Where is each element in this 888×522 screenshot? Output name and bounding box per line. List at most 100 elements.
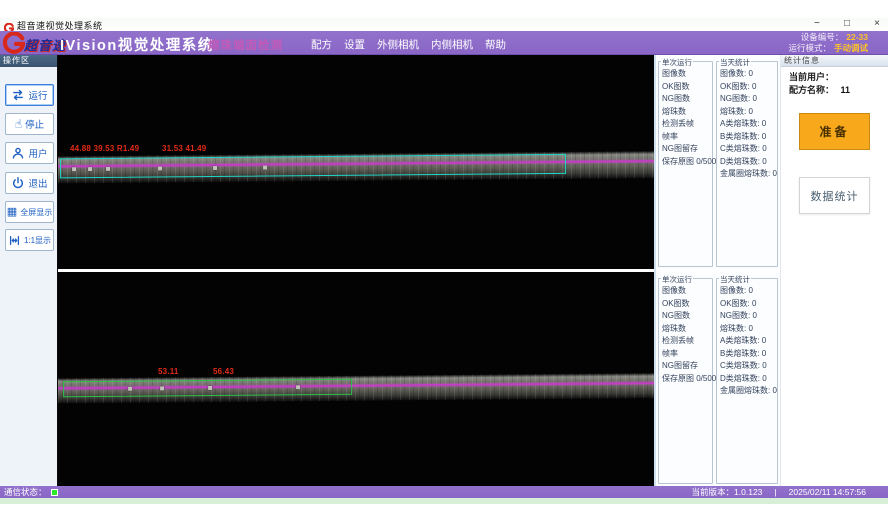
device-number-label: 设备编号： — [801, 32, 844, 42]
panel-title: 统计信息 — [781, 55, 888, 67]
stat-row: 熔珠数: 0 — [720, 323, 777, 336]
stat-row: C类熔珠数: 0 — [720, 360, 777, 373]
stat-row: OK图数 — [662, 298, 712, 311]
comm-status-label: 通信状态： — [4, 486, 47, 498]
hand-icon: ☝ — [15, 118, 22, 130]
stat-row: NG图留存 — [662, 360, 712, 373]
one-to-one-button[interactable]: 1:1显示 — [5, 229, 54, 251]
single-run-groupbox: 单次运行 图像数OK图数NG图数熔珠数检测丢帧帧率NG图留存保存原图 0/500 — [658, 61, 713, 267]
run-button[interactable]: 运行 — [5, 84, 54, 106]
current-user-label: 当前用户： — [789, 72, 834, 82]
device-info: 设备编号：22-33 运行模式：手动调试 — [788, 32, 868, 54]
stat-row: 金属圈熔珠数: 0 — [720, 168, 777, 181]
stat-row: 金属圈熔珠数: 0 — [720, 385, 777, 398]
one-to-one-icon — [8, 234, 21, 247]
stat-row: 熔珠数 — [662, 323, 712, 336]
close-button[interactable]: × — [874, 18, 880, 30]
bead-marker — [72, 167, 76, 171]
stat-row: C类熔珠数: 0 — [720, 143, 777, 156]
power-icon — [11, 176, 25, 190]
stat-row: A类熔珠数: 0 — [720, 118, 777, 131]
app-header: 超音速 IVision视觉处理系统 熔珠端面检测 配方设置外侧相机内侧相机帮助 … — [0, 31, 888, 55]
version-text: 当前版本：1.0.123 — [692, 486, 763, 498]
user-button[interactable]: 用户 — [5, 142, 54, 164]
bead-marker — [128, 387, 132, 391]
bead-marker — [88, 167, 92, 171]
stat-row: B类熔珠数: 0 — [720, 348, 777, 361]
stat-row: 图像数: 0 — [720, 285, 777, 298]
recipe-name-row: 配方名称： 11 — [789, 83, 850, 96]
main-menu: 配方设置外侧相机内侧相机帮助 — [311, 37, 506, 52]
data-statistics-button[interactable]: 数据统计 — [799, 177, 870, 214]
stat-row: 帧率 — [662, 348, 712, 361]
groupbox-title: 单次运行 — [661, 274, 693, 285]
groupbox-title: 单次运行 — [661, 57, 693, 68]
bead-marker — [296, 385, 300, 389]
stats-panel-outer: 单次运行 图像数OK图数NG图数熔珠数检测丢帧帧率NG图留存保存原图 0/500… — [656, 55, 780, 269]
stat-row: 保存原图 0/500 — [662, 156, 712, 169]
run-mode-label: 运行模式： — [788, 43, 831, 53]
stat-row: NG图数: 0 — [720, 93, 777, 106]
menu-item[interactable]: 配方 — [311, 37, 332, 52]
stat-row: 检测丢帧 — [662, 335, 712, 348]
groupbox-title: 当天统计 — [719, 57, 751, 68]
stat-row: 保存原图 0/500 — [662, 373, 712, 386]
stat-row: 熔珠数 — [662, 106, 712, 119]
measurement-annotation: 56.43 — [213, 367, 234, 376]
stat-row: OK图数 — [662, 81, 712, 94]
maximize-button[interactable]: □ — [844, 18, 850, 30]
stat-row: OK图数: 0 — [720, 298, 777, 311]
single-run-groupbox: 单次运行 图像数OK图数NG图数熔珠数检测丢帧帧率NG图留存保存原图 0/500 — [658, 278, 713, 484]
outer-camera-view: 44.88 39.53 R1.49 31.53 41.49 — [58, 55, 654, 269]
datetime-text: 2025/02/11 14:57:56 — [789, 486, 866, 498]
today-stats-groupbox: 当天统计 图像数: 0OK图数: 0NG图数: 0熔珠数: 0A类熔珠数: 0B… — [716, 278, 778, 484]
device-number-value: 22-33 — [846, 32, 868, 42]
statusbar-separator: | — [774, 486, 776, 498]
measurement-annotation: 53.11 — [158, 367, 179, 376]
stat-row: NG图数 — [662, 310, 712, 323]
menu-item[interactable]: 帮助 — [485, 37, 506, 52]
run-mode-value: 手动调试 — [834, 43, 868, 53]
prepare-button[interactable]: 准备 — [799, 113, 870, 150]
stat-row: D类熔珠数: 0 — [720, 373, 777, 386]
run-arrows-icon — [11, 88, 25, 102]
app-title: IVision视觉处理系统 — [60, 34, 214, 55]
stats-panel-inner: 单次运行 图像数OK图数NG图数熔珠数检测丢帧帧率NG图留存保存原图 0/500… — [656, 272, 780, 486]
stat-row: 熔珠数: 0 — [720, 106, 777, 119]
recipe-name-value: 11 — [841, 85, 851, 95]
exit-button[interactable]: 退出 — [5, 172, 54, 194]
inner-strip-group — [58, 272, 654, 486]
fullscreen-button[interactable]: ▦ 全屏显示 — [5, 201, 54, 223]
os-titlebar: 超音速视觉处理系统 − □ × — [0, 18, 888, 31]
minimize-button[interactable]: − — [814, 18, 820, 30]
menu-item[interactable]: 设置 — [344, 37, 365, 52]
groupbox-title: 当天统计 — [719, 274, 751, 285]
stat-row: 图像数 — [662, 285, 712, 298]
stat-row: 图像数: 0 — [720, 68, 777, 81]
stat-row: 图像数 — [662, 68, 712, 81]
stat-row: B类熔珠数: 0 — [720, 131, 777, 144]
inner-camera-view: 53.11 56.43 — [58, 272, 654, 486]
stat-row: NG图留存 — [662, 143, 712, 156]
outer-strip-group — [58, 55, 654, 269]
status-bar: 通信状态： 当前版本：1.0.123 | 2025/02/11 14:57:56 — [0, 486, 888, 498]
menu-item[interactable]: 外侧相机 — [377, 37, 419, 52]
today-stats-groupbox: 当天统计 图像数: 0OK图数: 0NG图数: 0熔珠数: 0A类熔珠数: 0B… — [716, 61, 778, 267]
measurement-annotation: 44.88 39.53 R1.49 — [70, 144, 139, 153]
stat-row: 帧率 — [662, 131, 712, 144]
sidebar-title: 操作区 — [0, 55, 57, 67]
bead-marker — [208, 386, 212, 390]
stat-row: D类熔珠数: 0 — [720, 156, 777, 169]
comm-status-indicator — [51, 489, 58, 496]
app-subtitle: 熔珠端面检测 — [208, 37, 283, 53]
bead-marker — [106, 167, 110, 171]
stat-row: 检测丢帧 — [662, 118, 712, 131]
app-icon — [4, 20, 14, 30]
bead-marker — [160, 386, 164, 390]
fullscreen-grid-icon: ▦ — [7, 206, 17, 218]
stat-row: NG图数 — [662, 93, 712, 106]
stat-row: NG图数: 0 — [720, 310, 777, 323]
user-icon — [11, 146, 25, 160]
menu-item[interactable]: 内侧相机 — [431, 37, 473, 52]
stop-button[interactable]: ☝ 停止 — [5, 113, 54, 135]
